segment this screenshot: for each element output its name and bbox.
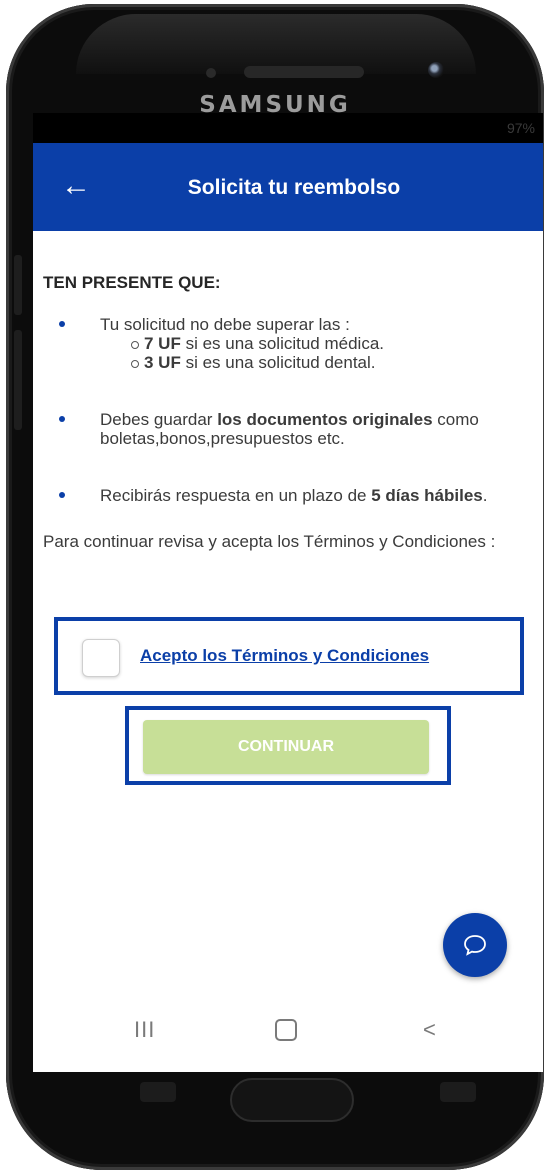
earpiece-speaker <box>244 66 364 78</box>
recent-key <box>140 1082 176 1102</box>
app-screen: 97% ← Solicita tu reembolso TEN PRESENTE… <box>33 113 543 1072</box>
home-key[interactable] <box>230 1078 354 1122</box>
continue-highlight-box: CONTINUAR <box>125 706 451 785</box>
limit-text: si es una solicitud médica. <box>180 334 384 353</box>
bullet-icon <box>59 492 65 498</box>
power-button <box>14 330 22 430</box>
docs-prefix: Debes guardar <box>100 410 218 429</box>
terms-link[interactable]: Acepto los Términos y Condiciones <box>140 646 429 666</box>
volume-button <box>14 255 22 315</box>
battery-level: 97% <box>506 120 535 136</box>
limit-amount: 3 UF <box>144 353 181 372</box>
limit-text: si es una solicitud dental. <box>180 353 376 372</box>
chat-button[interactable] <box>443 913 507 977</box>
front-camera <box>428 62 444 78</box>
phone-top-bezel <box>76 14 476 74</box>
home-icon[interactable] <box>275 1019 297 1041</box>
notice-section: TEN PRESENTE QUE: Tu solicitud no debe s… <box>43 273 543 551</box>
bullet-icon <box>59 416 65 422</box>
list-item-response: Recibirás respuesta en un plazo de 5 día… <box>43 486 543 505</box>
notice-heading: TEN PRESENTE QUE: <box>43 273 221 292</box>
terms-highlight-box: Acepto los Términos y Condiciones <box>54 617 524 695</box>
docs-bold: los documentos originales <box>217 410 433 429</box>
proximity-sensor <box>206 68 216 78</box>
limit-item-dental: 3 UF si es una solicitud dental. <box>100 353 543 372</box>
list-item-limits: Tu solicitud no debe superar las : 7 UF … <box>43 315 543 372</box>
back-icon[interactable]: < <box>423 1017 436 1043</box>
page-title: Solicita tu reembolso <box>187 176 401 199</box>
app-header: ← Solicita tu reembolso <box>33 143 543 231</box>
response-suffix: . <box>482 486 488 505</box>
terms-intro: Para continuar revisa y acepta los Térmi… <box>43 532 496 551</box>
limit-item-medical: 7 UF si es una solicitud médica. <box>100 334 543 353</box>
limits-list: 7 UF si es una solicitud médica. 3 UF si… <box>100 334 543 372</box>
chat-bubble-icon <box>464 935 486 956</box>
android-nav-bar: III < <box>33 993 543 1063</box>
back-key <box>440 1082 476 1102</box>
terms-checkbox[interactable] <box>82 639 120 677</box>
bullet-icon <box>59 321 65 327</box>
recents-icon[interactable]: III <box>134 1017 155 1043</box>
response-prefix: Recibirás respuesta en un plazo de <box>100 486 372 505</box>
status-bar: 97% <box>33 113 543 143</box>
list-item-documents: Debes guardar los documentos originales … <box>43 410 543 448</box>
continue-button[interactable]: CONTINUAR <box>143 720 429 774</box>
limit-amount: 7 UF <box>144 334 181 353</box>
response-bold: 5 días hábiles <box>371 486 483 505</box>
limits-intro: Tu solicitud no debe superar las : <box>100 315 350 334</box>
